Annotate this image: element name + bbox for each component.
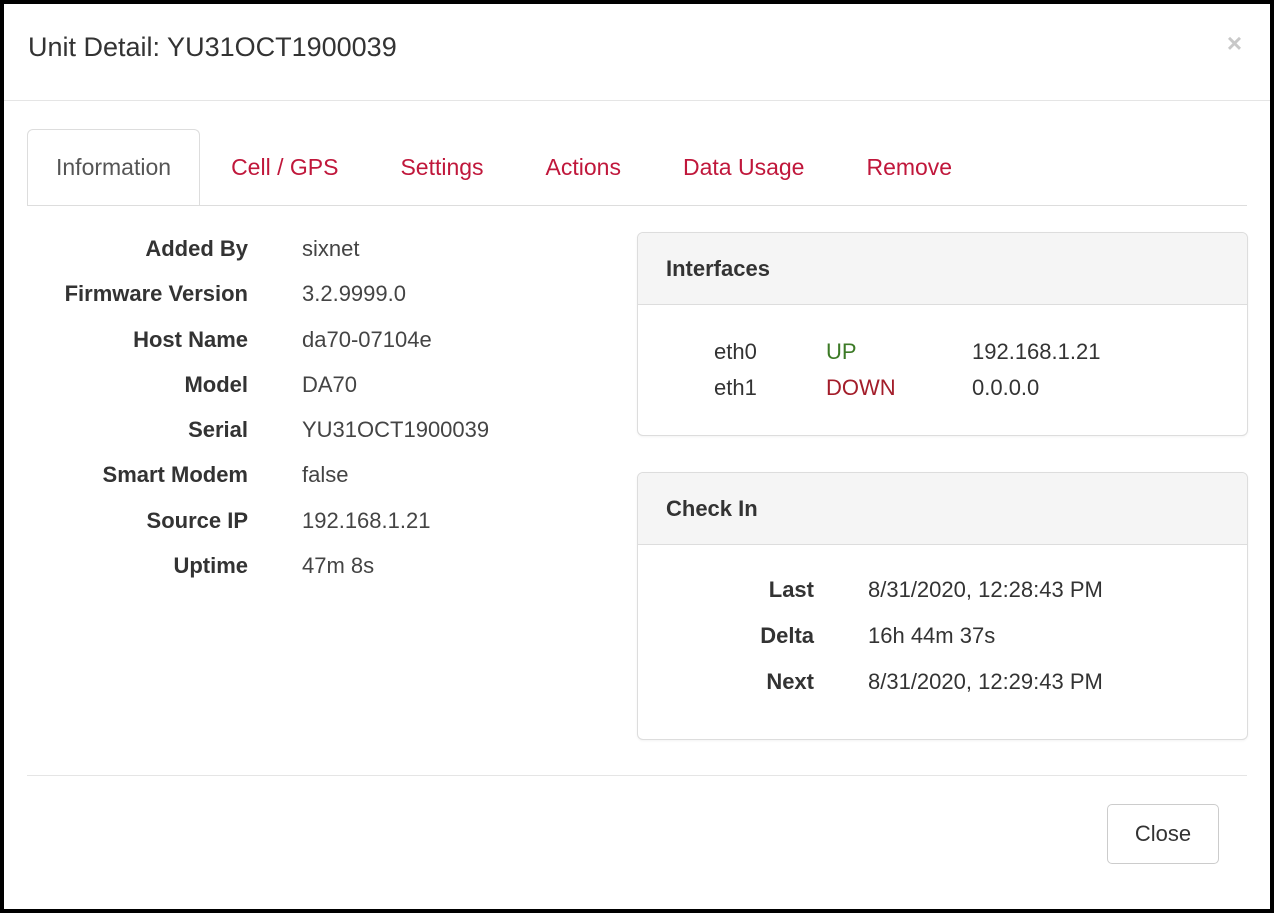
info-row-smart-modem: Smart Modem false [34, 462, 594, 507]
unit-detail-modal: Unit Detail: YU31OCT1900039 × Informatio… [0, 0, 1274, 913]
panel-heading: Interfaces [638, 233, 1247, 305]
interface-ip: 192.168.1.21 [972, 339, 1101, 364]
info-row-source-ip: Source IP 192.168.1.21 [34, 508, 594, 553]
modal-title: Unit Detail: YU31OCT1900039 [28, 32, 397, 62]
checkin-value: 8/31/2020, 12:28:43 PM [868, 577, 1103, 602]
interfaces-panel: Interfaces eth0 UP 192.168.1.21 eth1 DOW… [637, 232, 1248, 436]
info-row-uptime: Uptime 47m 8s [34, 553, 594, 598]
tab-bar: Information Cell / GPS Settings Actions … [27, 129, 1247, 206]
checkin-panel: Check In Last 8/31/2020, 12:28:43 PM Del… [637, 472, 1248, 740]
tab-actions[interactable]: Actions [515, 129, 652, 203]
tab-settings[interactable]: Settings [369, 129, 514, 203]
interface-name: eth1 [714, 375, 757, 400]
interface-row: eth0 UP 192.168.1.21 [714, 339, 1100, 375]
info-label: Serial [188, 417, 248, 443]
info-value: sixnet [302, 236, 360, 261]
checkin-value: 16h 44m 37s [868, 623, 996, 648]
checkin-label: Delta [760, 623, 814, 648]
modal-header: Unit Detail: YU31OCT1900039 × [4, 4, 1270, 101]
checkin-table: Last 8/31/2020, 12:28:43 PM Delta 16h 44… [738, 577, 1103, 715]
panel-heading: Check In [638, 473, 1247, 545]
checkin-label: Next [766, 669, 814, 694]
interfaces-table: eth0 UP 192.168.1.21 eth1 DOWN 0.0.0.0 [714, 339, 1100, 411]
info-label: Host Name [133, 326, 248, 352]
info-label: Added By [145, 236, 248, 261]
tab-cell-gps[interactable]: Cell / GPS [200, 129, 369, 203]
unit-info-list: Added By sixnet Firmware Version 3.2.999… [34, 236, 594, 598]
info-label: Smart Modem [102, 462, 248, 488]
info-value: 3.2.9999.0 [302, 281, 406, 307]
info-value: DA70 [302, 371, 358, 397]
info-label: Firmware Version [64, 281, 248, 307]
checkin-label: Last [768, 577, 814, 602]
checkin-row-next: Next 8/31/2020, 12:29:43 PM [738, 669, 1103, 715]
info-label: Source IP [146, 507, 248, 533]
interface-name: eth0 [714, 339, 757, 364]
info-value: 192.168.1.21 [302, 507, 431, 533]
tab-remove[interactable]: Remove [835, 129, 983, 203]
info-row-host-name: Host Name da70-07104e [34, 327, 594, 372]
close-icon[interactable]: × [1227, 30, 1242, 56]
footer-divider [27, 775, 1247, 776]
info-value: YU31OCT1900039 [302, 417, 490, 443]
info-label: Model [184, 371, 248, 397]
interface-ip: 0.0.0.0 [972, 375, 1040, 400]
info-row-firmware-version: Firmware Version 3.2.9999.0 [34, 281, 594, 326]
info-row-model: Model DA70 [34, 372, 594, 417]
interface-status: UP [826, 339, 857, 364]
info-value: false [302, 462, 349, 488]
tab-information[interactable]: Information [27, 129, 201, 205]
close-button[interactable]: Close [1107, 804, 1219, 864]
info-row-added-by: Added By sixnet [34, 236, 594, 281]
interface-status: DOWN [826, 375, 896, 400]
info-label: Uptime [173, 553, 248, 579]
tab-data-usage[interactable]: Data Usage [652, 129, 835, 203]
checkin-row-last: Last 8/31/2020, 12:28:43 PM [738, 577, 1103, 623]
info-row-serial: Serial YU31OCT1900039 [34, 417, 594, 462]
info-value: 47m 8s [302, 553, 375, 579]
info-value: da70-07104e [302, 326, 432, 352]
checkin-value: 8/31/2020, 12:29:43 PM [868, 669, 1103, 694]
interface-row: eth1 DOWN 0.0.0.0 [714, 375, 1100, 411]
checkin-row-delta: Delta 16h 44m 37s [738, 623, 1103, 669]
